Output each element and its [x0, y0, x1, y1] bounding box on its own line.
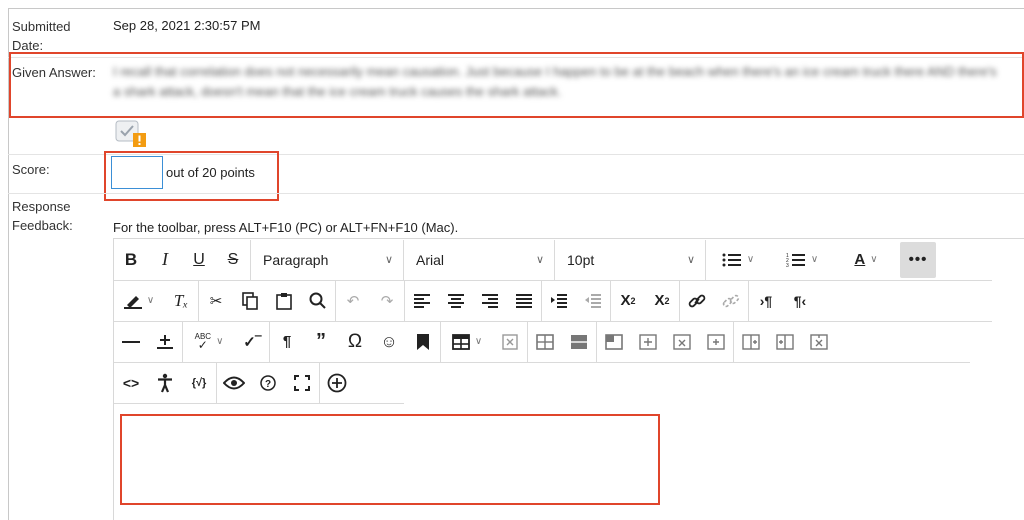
subscript-icon[interactable]: X2 [645, 281, 679, 321]
table-row-props-icon[interactable] [528, 322, 562, 362]
preview-icon[interactable] [217, 363, 251, 403]
table-icon[interactable]: ∨ [441, 322, 493, 362]
outdent-icon[interactable] [576, 281, 610, 321]
svg-text:3: 3 [786, 263, 789, 268]
align-left-icon[interactable] [405, 281, 439, 321]
delete-col-icon[interactable] [768, 322, 802, 362]
fullscreen-icon[interactable] [285, 363, 319, 403]
bold-icon[interactable]: B [114, 240, 148, 280]
chevron-down-icon: ∨ [686, 254, 695, 266]
add-content-icon[interactable] [320, 363, 354, 403]
toolbar-row-4: <> {√} ? [114, 362, 404, 404]
special-character-icon[interactable]: Ω [338, 322, 372, 362]
response-feedback-label: Response Feedback: [12, 199, 73, 233]
font-size-select[interactable]: 10pt ∨ [555, 240, 705, 280]
justify-icon[interactable] [507, 281, 541, 321]
more-options-icon[interactable]: ••• [900, 241, 936, 278]
link-icon[interactable] [680, 281, 714, 321]
bookmark-icon[interactable] [406, 322, 440, 362]
toolbar-row-3: ABC ✓ ∨ ✓‾ ¶ ” Ω ☺ ∨ [114, 321, 970, 363]
redo-icon[interactable]: ↷ [370, 281, 404, 321]
undo-icon[interactable]: ↶ [336, 281, 370, 321]
delete-row-icon[interactable] [665, 322, 699, 362]
insert-row-before-icon[interactable] [597, 322, 631, 362]
underline-icon[interactable]: U [182, 240, 216, 280]
insert-col-after-icon[interactable] [734, 322, 768, 362]
text-color-icon[interactable]: A ∨ [834, 240, 898, 280]
show-blocks-icon[interactable]: ¶ [270, 322, 304, 362]
feedback-highlight [120, 414, 660, 505]
emoji-icon[interactable]: ☺ [372, 322, 406, 362]
toolbar-row-1: B I U S Paragraph ∨ Arial ∨ 10pt ∨ ∨ 123… [114, 239, 992, 281]
paste-icon[interactable] [267, 281, 301, 321]
needs-grading-icon [115, 120, 147, 148]
font-family-value: Arial [416, 251, 445, 268]
chevron-down-icon: ∨ [384, 254, 393, 266]
strikethrough-icon[interactable]: S [216, 240, 250, 280]
insert-row-after-icon[interactable] [631, 322, 665, 362]
submitted-date-value: Sep 28, 2021 2:30:57 PM [113, 18, 261, 33]
spellcheck-icon[interactable]: ABC ✓ ∨ [183, 322, 235, 362]
row-divider [8, 193, 1024, 194]
merge-cells-icon[interactable] [802, 322, 836, 362]
insert-col-before-icon[interactable] [699, 322, 733, 362]
italic-icon[interactable]: I [148, 240, 182, 280]
table-cell-props-icon[interactable] [562, 322, 596, 362]
superscript-icon[interactable]: X2 [611, 281, 645, 321]
cut-icon[interactable]: ✂ [199, 281, 233, 321]
help-icon[interactable]: ? [251, 363, 285, 403]
rtl-icon[interactable]: ¶‹ [783, 281, 817, 321]
submitted-date-label: Submitted Date: [12, 19, 71, 53]
highlight-icon[interactable]: ∨ [114, 281, 164, 321]
copy-icon[interactable] [233, 281, 267, 321]
search-icon[interactable] [301, 281, 335, 321]
numbered-list-icon[interactable]: 123 ∨ [770, 240, 834, 280]
align-center-icon[interactable] [439, 281, 473, 321]
clear-formatting-icon[interactable]: Tₓ [164, 281, 198, 321]
chevron-down-icon: ∨ [535, 254, 544, 266]
ltr-icon[interactable]: ›¶ [749, 281, 783, 321]
toolbar-hint: For the toolbar, press ALT+F10 (PC) or A… [113, 220, 459, 235]
insert-anchor-icon[interactable] [148, 322, 182, 362]
accessibility-check-icon[interactable]: ✓‾ [235, 322, 269, 362]
indent-icon[interactable] [542, 281, 576, 321]
block-format-value: Paragraph [263, 251, 329, 268]
given-answer-highlight [9, 52, 1024, 118]
score-label: Score: [12, 162, 50, 177]
bullet-list-icon[interactable]: ∨ [706, 240, 770, 280]
toolbar-row-2: ∨ Tₓ ✂ ↶ ↷ X 2 X 2 ›¶ ¶‹ [114, 280, 992, 322]
delete-table-icon[interactable] [493, 322, 527, 362]
unlink-icon[interactable] [714, 281, 748, 321]
horizontal-line-icon[interactable] [114, 322, 148, 362]
font-size-value: 10pt [567, 251, 595, 268]
font-family-select[interactable]: Arial ∨ [404, 240, 554, 280]
math-icon[interactable]: {√} [182, 363, 216, 403]
block-format-select[interactable]: Paragraph ∨ [251, 240, 403, 280]
blockquote-icon[interactable]: ” [304, 322, 338, 362]
align-right-icon[interactable] [473, 281, 507, 321]
svg-text:?: ? [265, 379, 271, 390]
accessibility-icon[interactable] [148, 363, 182, 403]
source-code-icon[interactable]: <> [114, 363, 148, 403]
